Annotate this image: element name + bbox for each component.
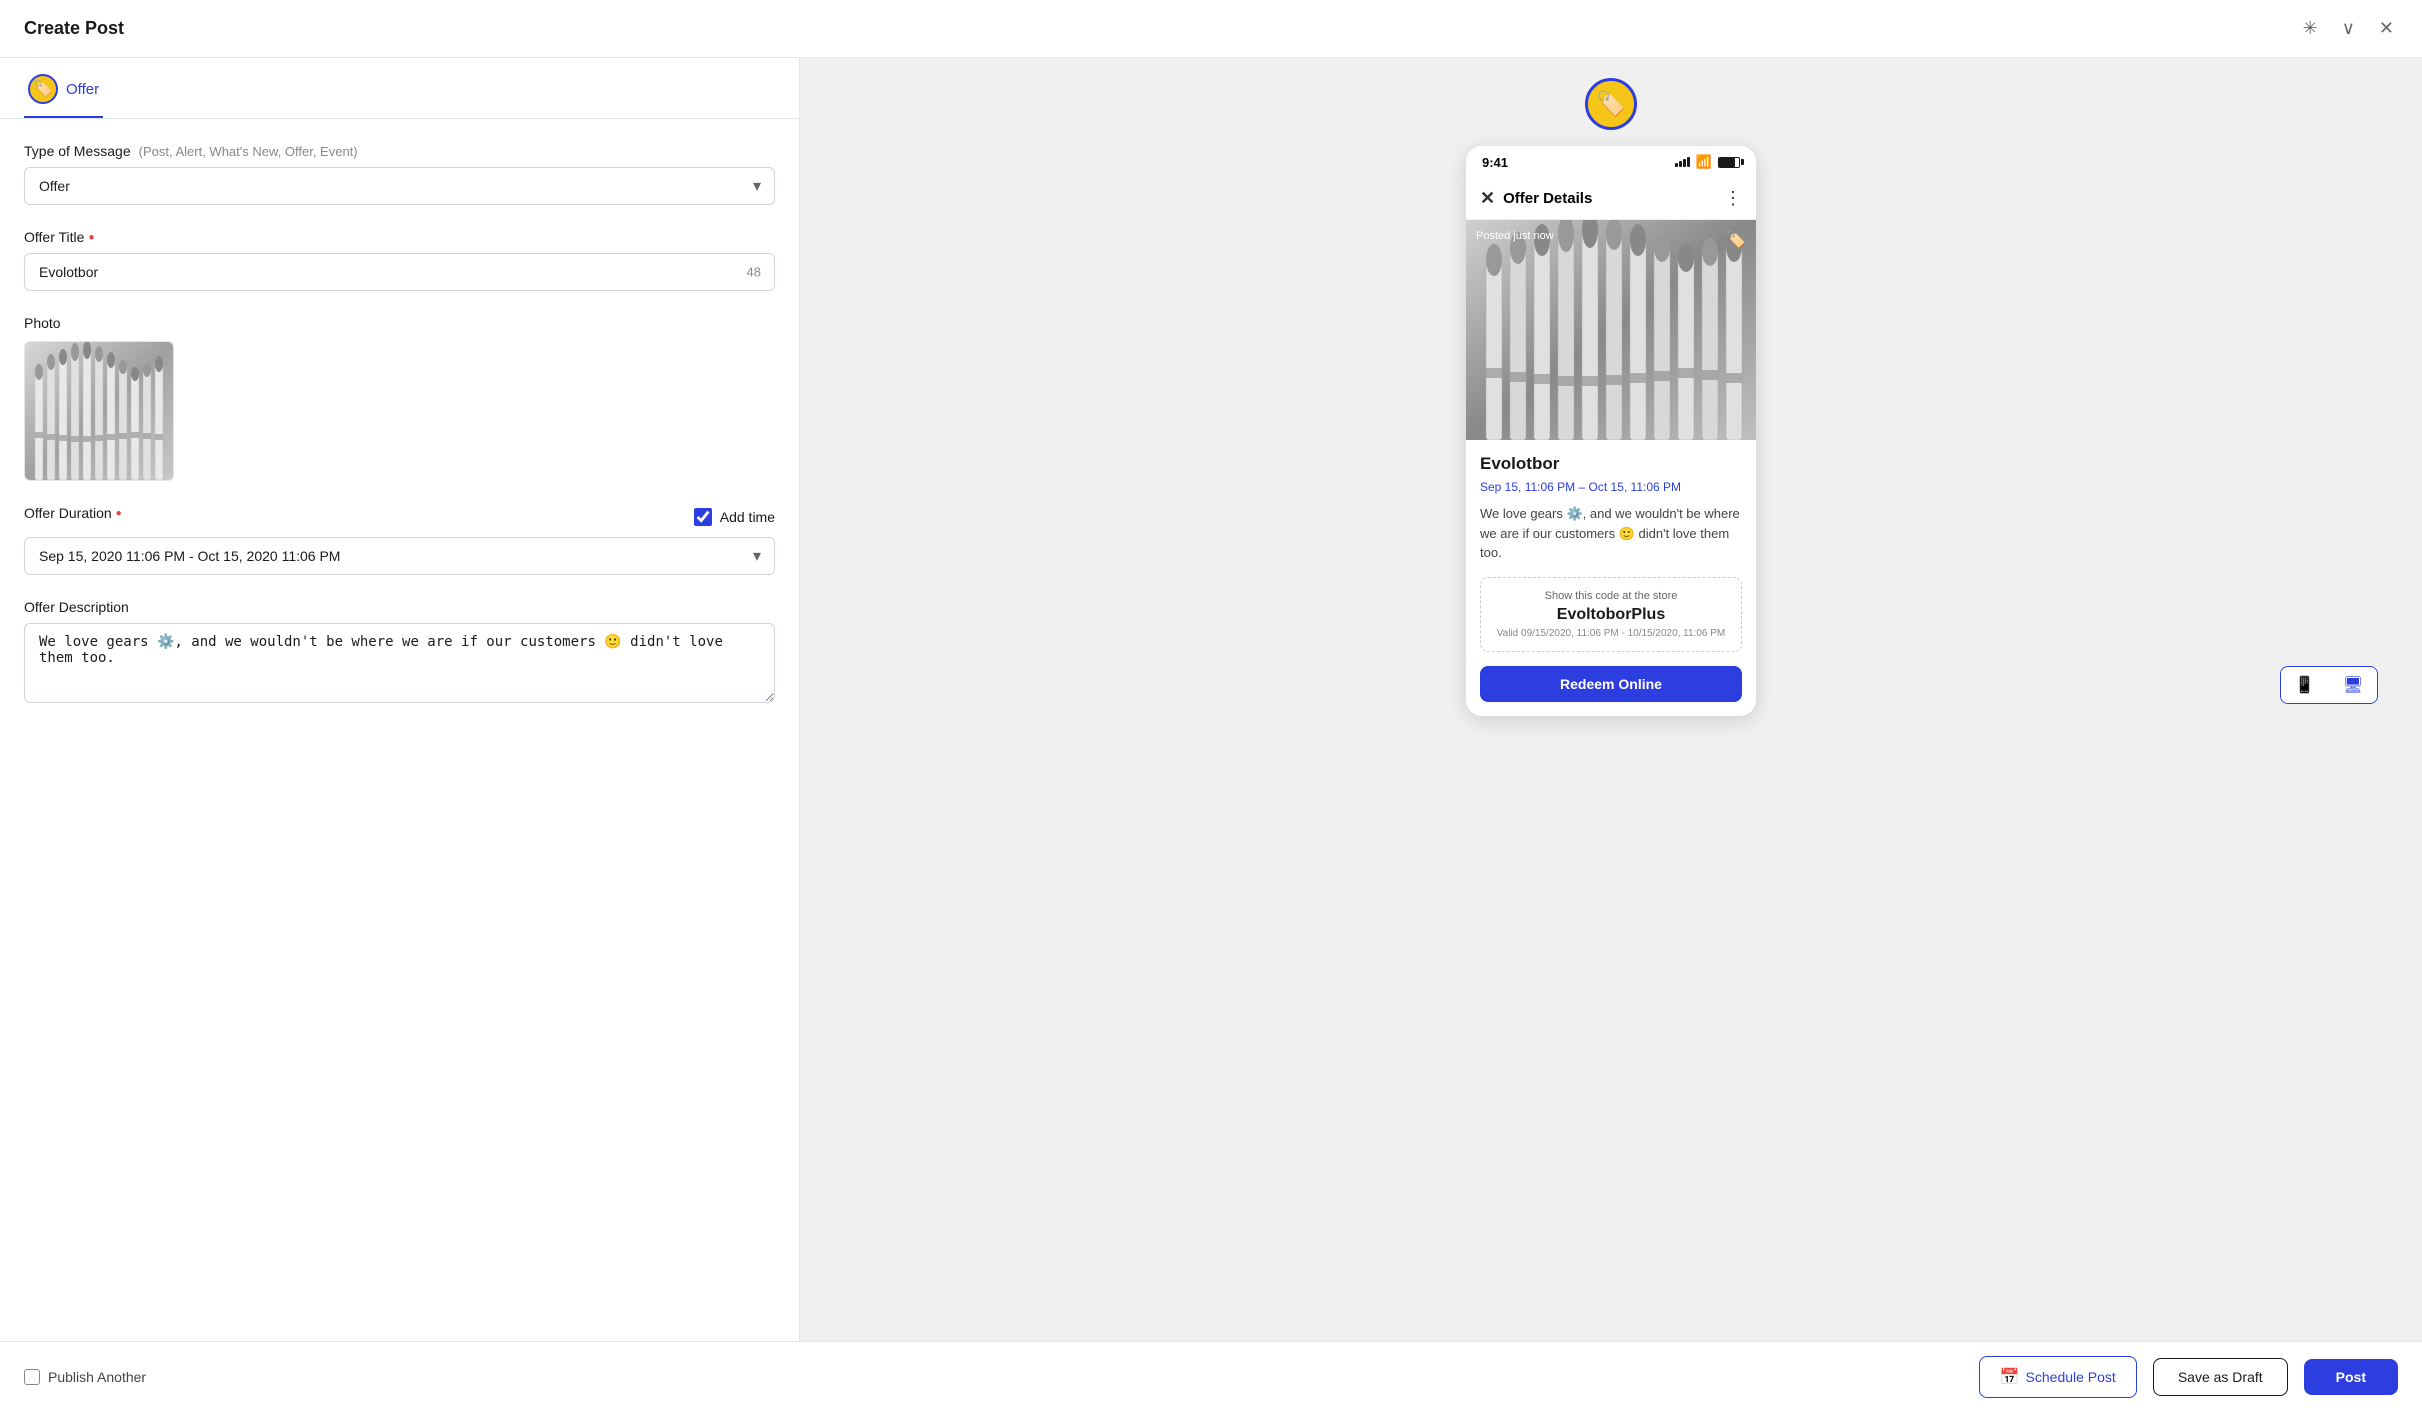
- tab-offer-badge: 🏷️: [28, 74, 58, 104]
- main-content: 🏷️ Offer Type of Message (Post, Alert, W…: [0, 58, 2422, 1341]
- posted-label: Posted just now: [1476, 230, 1554, 242]
- offer-description-label: Offer Description: [24, 599, 775, 615]
- photo-preview[interactable]: [24, 341, 174, 481]
- wifi-icon: 📶: [1696, 154, 1712, 170]
- app-header: Create Post ✳ ∨ ✕: [0, 0, 2422, 58]
- redeem-online-button[interactable]: Redeem Online: [1480, 666, 1742, 702]
- post-button[interactable]: Post: [2304, 1359, 2398, 1395]
- brushes-image: [25, 342, 173, 480]
- offer-title-input-wrapper: 48: [24, 253, 775, 291]
- duration-header: Offer Duration ● Add time: [24, 505, 775, 529]
- offer-title-required: ●: [88, 232, 94, 243]
- mobile-view-button[interactable]: 📱: [2281, 667, 2329, 703]
- battery-icon: [1718, 157, 1740, 168]
- tab-offer-label: Offer: [66, 81, 99, 98]
- tab-offer[interactable]: 🏷️ Offer: [24, 58, 103, 118]
- phone-mockup: 9:41 📶 ✕ Of: [1466, 146, 1756, 716]
- add-time-checkbox[interactable]: [694, 508, 712, 526]
- type-of-message-group: Type of Message (Post, Alert, What's New…: [24, 143, 775, 205]
- status-icons: 📶: [1675, 154, 1740, 170]
- form-area: Type of Message (Post, Alert, What's New…: [0, 119, 799, 1341]
- tabs-bar: 🏷️ Offer: [0, 58, 799, 119]
- header-actions: ✳ ∨ ✕: [2299, 14, 2398, 43]
- coupon-box: Show this code at the store EvoltoborPlu…: [1480, 577, 1742, 652]
- offer-description-textarea[interactable]: We love gears ⚙️, and we wouldn't be whe…: [24, 623, 775, 703]
- save-as-draft-button[interactable]: Save as Draft: [2153, 1358, 2288, 1396]
- offer-image-placeholder: Posted just now 🏷️: [1466, 220, 1756, 440]
- status-time: 9:41: [1482, 155, 1508, 170]
- publish-another-label[interactable]: Publish Another: [24, 1369, 146, 1385]
- desktop-view-button[interactable]: 🖥: [2329, 667, 2377, 703]
- type-of-message-select[interactable]: Offer Post Alert What's New Event: [24, 167, 775, 205]
- offer-body: Evolotbor Sep 15, 11:06 PM – Oct 15, 11:…: [1466, 440, 1756, 716]
- type-of-message-label: Type of Message (Post, Alert, What's New…: [24, 143, 775, 159]
- bottom-bar: Publish Another 📅 Schedule Post Save as …: [0, 1341, 2422, 1412]
- right-panel: 🏷️ 9:41 📶: [800, 58, 2422, 1341]
- offer-duration-required: ●: [116, 508, 122, 519]
- offer-title-group: Offer Title ● 48: [24, 229, 775, 291]
- offer-description-group: Offer Description We love gears ⚙️, and …: [24, 599, 775, 708]
- offer-details-title: Offer Details: [1503, 190, 1592, 207]
- coupon-show-label: Show this code at the store: [1493, 590, 1729, 602]
- phone-status-bar: 9:41 📶: [1466, 146, 1756, 178]
- type-of-message-hint: (Post, Alert, What's New, Offer, Event): [139, 144, 358, 159]
- preview-offer-date: Sep 15, 11:06 PM – Oct 15, 11:06 PM: [1480, 480, 1742, 494]
- tag-icon: 🏷️: [1726, 230, 1746, 250]
- left-panel: 🏷️ Offer Type of Message (Post, Alert, W…: [0, 58, 800, 1341]
- offer-duration-select-wrapper: Sep 15, 2020 11:06 PM - Oct 15, 2020 11:…: [24, 537, 775, 575]
- phone-close-icon[interactable]: ✕: [1480, 188, 1495, 209]
- add-time-label[interactable]: Add time: [694, 508, 775, 526]
- signal-icon: [1675, 157, 1690, 167]
- offer-duration-select[interactable]: Sep 15, 2020 11:06 PM - Oct 15, 2020 11:…: [24, 537, 775, 575]
- photo-group: Photo: [24, 315, 775, 481]
- offer-title-char-count: 48: [747, 265, 761, 280]
- offer-header-left: ✕ Offer Details: [1480, 188, 1592, 209]
- chevron-down-button[interactable]: ∨: [2338, 14, 2359, 43]
- more-options-icon[interactable]: ⋮: [1724, 188, 1742, 209]
- preview-offer-title: Evolotbor: [1480, 454, 1742, 474]
- preview-logo: 🏷️: [1585, 78, 1637, 130]
- view-toggle: 📱 🖥: [2280, 666, 2378, 704]
- coupon-code: EvoltoborPlus: [1493, 606, 1729, 624]
- offer-duration-label: Offer Duration ●: [24, 505, 122, 521]
- offer-image-wrap: Posted just now 🏷️: [1466, 220, 1756, 440]
- offer-header: ✕ Offer Details ⋮: [1466, 178, 1756, 220]
- schedule-icon: 📅: [2000, 1367, 2020, 1387]
- photo-label: Photo: [24, 315, 775, 331]
- close-button[interactable]: ✕: [2375, 14, 2398, 43]
- app-title: Create Post: [24, 18, 124, 39]
- tab-icon-wrapper: 🏷️ Offer: [28, 74, 99, 104]
- offer-duration-group: Offer Duration ● Add time Sep 15, 2020 1…: [24, 505, 775, 575]
- offer-title-label: Offer Title ●: [24, 229, 775, 245]
- preview-brushes-image: [1466, 220, 1756, 440]
- publish-another-checkbox[interactable]: [24, 1369, 40, 1385]
- preview-offer-description: We love gears ⚙️, and we wouldn't be whe…: [1480, 504, 1742, 563]
- pin-button[interactable]: ✳: [2299, 14, 2322, 43]
- offer-title-input[interactable]: [24, 253, 775, 291]
- coupon-valid: Valid 09/15/2020, 11:06 PM - 10/15/2020,…: [1493, 628, 1729, 639]
- schedule-post-button[interactable]: 📅 Schedule Post: [1979, 1356, 2137, 1398]
- type-of-message-select-wrapper: Offer Post Alert What's New Event: [24, 167, 775, 205]
